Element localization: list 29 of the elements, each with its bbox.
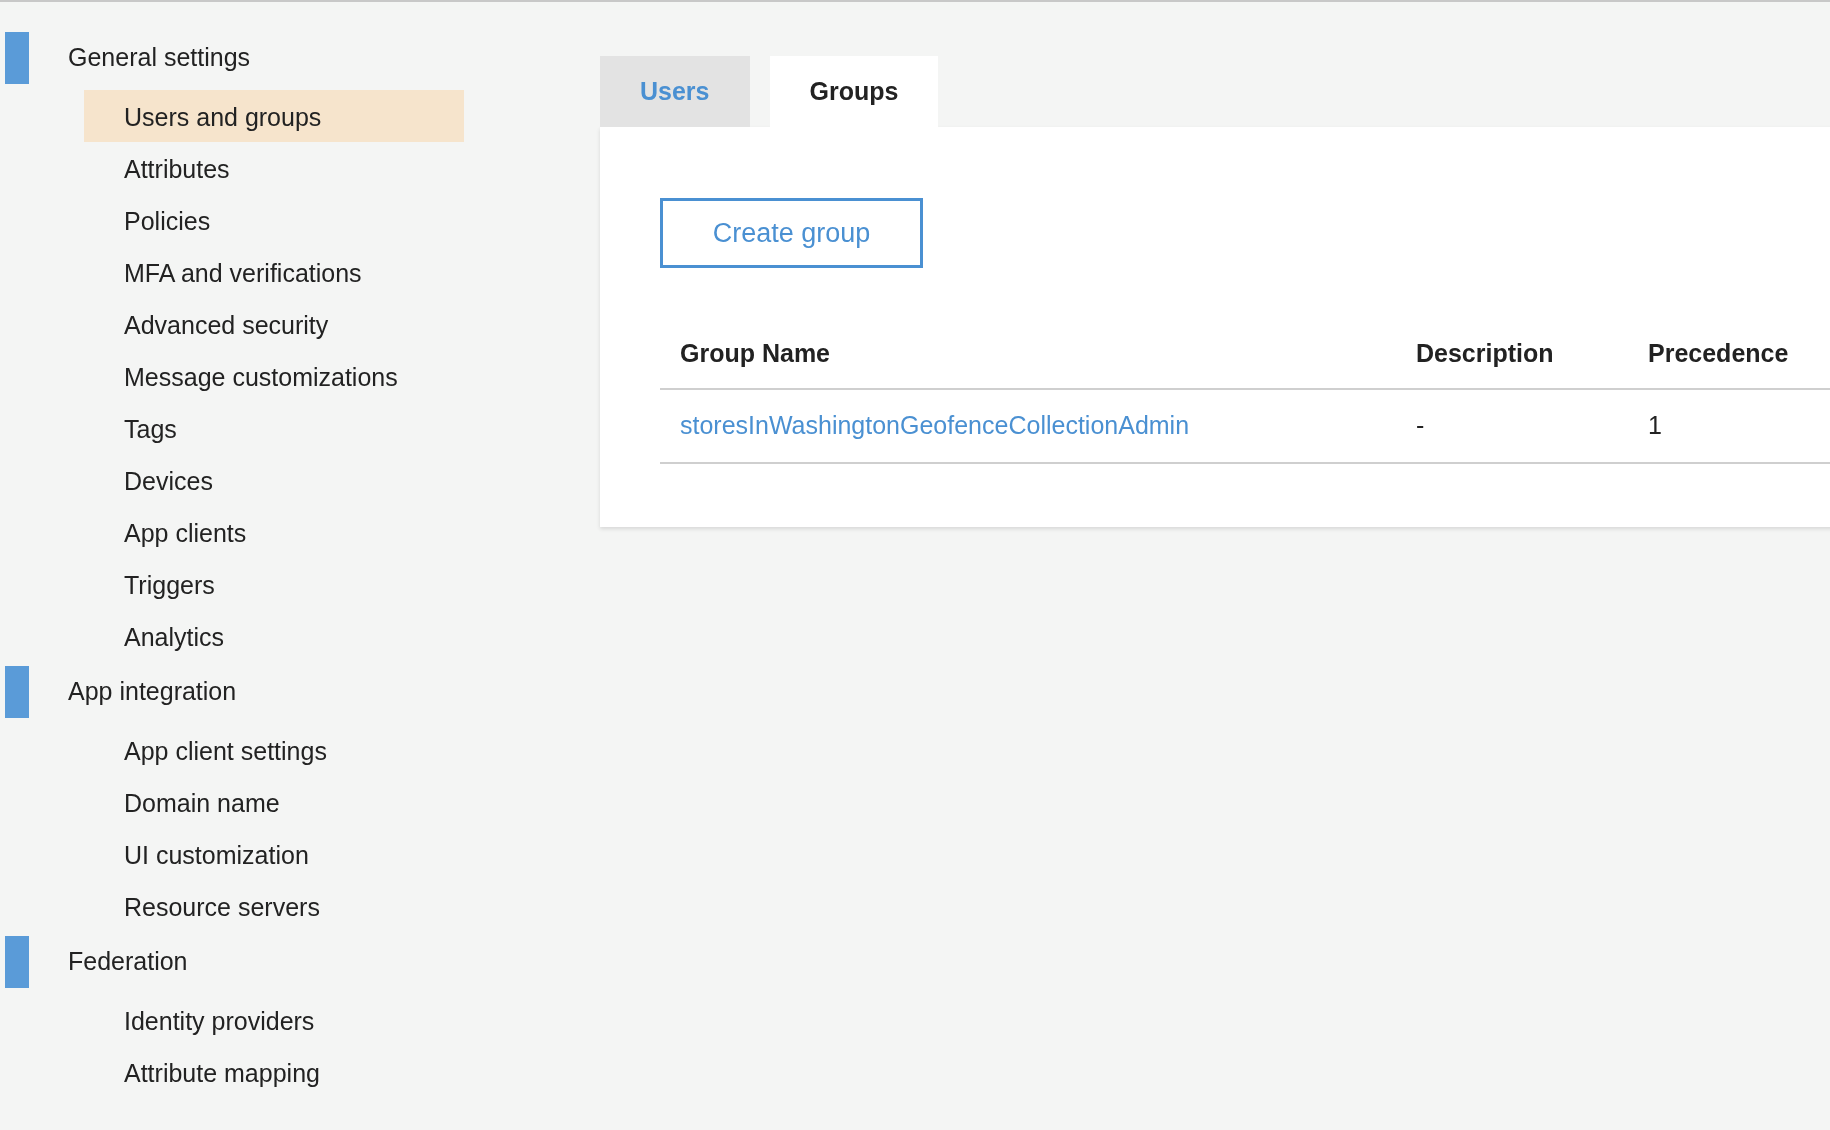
sidebar-item[interactable]: Users and groups bbox=[84, 90, 464, 142]
sidebar-item[interactable]: Advanced security bbox=[84, 298, 464, 350]
section-marker bbox=[5, 32, 29, 84]
sidebar-item[interactable]: Domain name bbox=[84, 776, 464, 828]
section-heading: App integration bbox=[68, 676, 237, 708]
section-marker bbox=[5, 666, 29, 718]
sidebar-item[interactable]: Attributes bbox=[84, 142, 464, 194]
sidebar-item[interactable]: Message customizations bbox=[84, 350, 464, 402]
sidebar-item[interactable]: Triggers bbox=[84, 558, 464, 610]
column-header: Description bbox=[1416, 339, 1554, 368]
tab[interactable]: Groups bbox=[769, 56, 939, 127]
sidebar-item[interactable]: Analytics bbox=[84, 610, 464, 662]
section-heading: General settings bbox=[68, 42, 251, 74]
sidebar-item[interactable]: App client settings bbox=[84, 724, 464, 776]
sidebar-item[interactable]: Policies bbox=[84, 194, 464, 246]
section-marker bbox=[5, 936, 29, 988]
column-header: Group Name bbox=[680, 339, 831, 368]
sidebar-item[interactable]: Resource servers bbox=[84, 880, 464, 932]
sidebar-item[interactable]: Tags bbox=[84, 402, 464, 454]
sidebar-item[interactable]: UI customization bbox=[84, 828, 464, 880]
column-header: Precedence bbox=[1648, 339, 1789, 368]
sidebar-item[interactable]: MFA and verifications bbox=[84, 246, 464, 298]
table-cell: - bbox=[1416, 411, 1425, 440]
sidebar-item[interactable]: Devices bbox=[84, 454, 464, 506]
sidebar-item[interactable]: App clients bbox=[84, 506, 464, 558]
sidebar-item[interactable]: Identity providers bbox=[84, 994, 464, 1046]
sidebar-item[interactable]: Attribute mapping bbox=[84, 1046, 464, 1098]
section-heading: Federation bbox=[68, 946, 188, 978]
table-cell: 1 bbox=[1648, 411, 1662, 440]
